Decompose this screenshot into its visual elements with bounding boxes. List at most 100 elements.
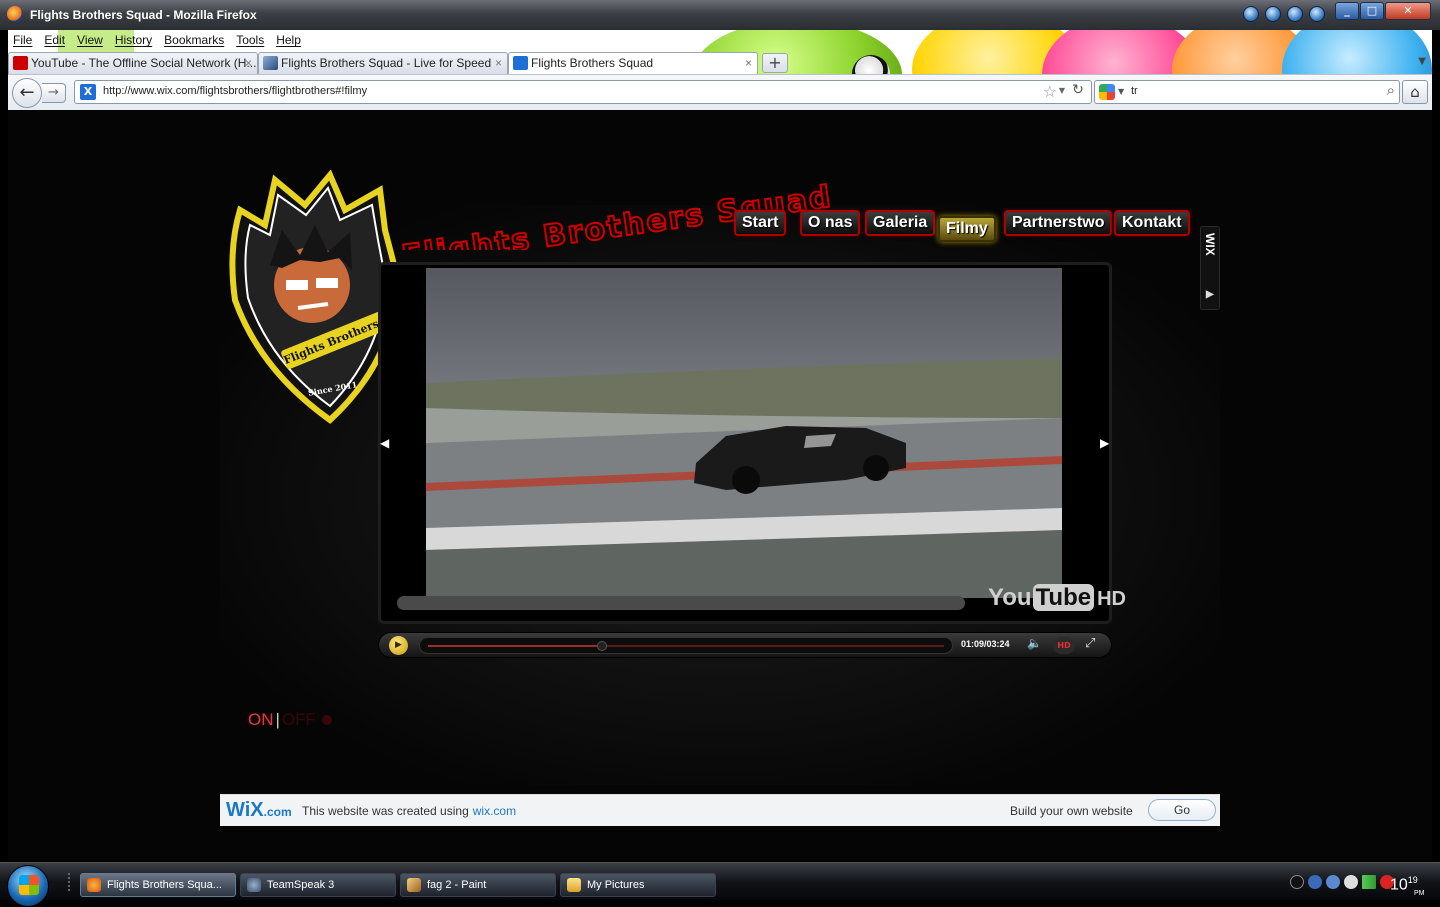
nav-o-nas[interactable]: O nas: [800, 210, 861, 236]
app-tray-icon[interactable]: [1287, 6, 1303, 22]
close-window-button[interactable]: ✕: [1385, 2, 1431, 20]
time-current: 01:09: [961, 639, 985, 649]
tray-app-icon[interactable]: [1344, 875, 1358, 889]
app-tray-icon[interactable]: [1309, 6, 1325, 22]
youtube-hd-logo[interactable]: You Tube HD: [988, 584, 1126, 612]
task-paint[interactable]: fag 2 - Paint: [400, 873, 556, 897]
site-identity-icon[interactable]: X: [80, 84, 96, 100]
wix-created-label: This website was created using: [302, 804, 469, 818]
tab-close-icon[interactable]: ×: [745, 53, 752, 73]
fullscreen-icon[interactable]: ⤢: [1085, 636, 1095, 651]
taskbar-grip[interactable]: [68, 873, 74, 891]
task-label: Flights Brothers Squa...: [107, 879, 222, 891]
search-query[interactable]: tr: [1131, 85, 1138, 97]
url-dropdown-icon[interactable]: ▼: [1059, 86, 1065, 95]
home-button[interactable]: ⌂: [1402, 80, 1428, 104]
menu-edit[interactable]: Edit: [44, 33, 65, 47]
firefox-icon: [7, 6, 23, 22]
forward-button[interactable]: →: [42, 83, 66, 103]
next-video-arrow-icon[interactable]: ▶: [1100, 436, 1109, 450]
start-button[interactable]: [7, 865, 49, 907]
expand-arrow-icon: ▶: [1206, 289, 1214, 300]
menu-bookmarks[interactable]: Bookmarks: [164, 33, 224, 47]
minimize-button[interactable]: _: [1335, 2, 1359, 20]
play-button[interactable]: ▶: [389, 636, 408, 655]
youtube-icon: [13, 56, 28, 70]
search-bar[interactable]: ▼ tr ⌕: [1094, 80, 1400, 104]
seek-handle[interactable]: [597, 641, 607, 651]
menu-file[interactable]: File: [13, 33, 32, 47]
time-display: 01:09/03:24: [961, 639, 1010, 649]
address-bar[interactable]: X http://www.wix.com/flightsbrothers/fli…: [74, 80, 1092, 104]
wix-side-tab[interactable]: WIX ▶: [1200, 226, 1220, 310]
music-off[interactable]: OFF: [282, 710, 316, 729]
nav-galeria[interactable]: Galeria: [865, 210, 936, 236]
url-text[interactable]: http://www.wix.com/flightsbrothers/fligh…: [103, 85, 367, 97]
tray-expand-icon[interactable]: [1290, 875, 1304, 889]
menu-bar: File Edit View History Bookmarks Tools H…: [8, 30, 301, 50]
music-toggle[interactable]: ON | OFF: [248, 710, 332, 730]
seek-progress: [428, 645, 602, 647]
teamspeak-icon: [247, 878, 261, 892]
tab-youtube[interactable]: YouTube - The Offline Social Network (H.…: [8, 52, 258, 74]
network-signal-icon[interactable]: [1362, 875, 1376, 889]
tray-app-icon[interactable]: [1326, 875, 1340, 889]
window-title-bar: Flights Brothers Squad - Mozilla Firefox…: [0, 0, 1440, 30]
menu-help[interactable]: Help: [276, 33, 301, 47]
volume-icon[interactable]: 🔈: [1027, 636, 1042, 650]
seek-bar[interactable]: [419, 637, 953, 654]
app-tray-icon[interactable]: [1265, 6, 1281, 22]
tab-flights-brothers[interactable]: Flights Brothers Squad ×: [508, 52, 758, 74]
wix-logo[interactable]: WiX.com: [226, 799, 292, 822]
menu-history[interactable]: History: [115, 33, 152, 47]
web-page: Flights Brothers Squad Since 2011 Flight…: [8, 110, 1432, 860]
yt-logo-you: You: [988, 584, 1032, 611]
google-icon[interactable]: [1099, 84, 1115, 100]
task-my-pictures[interactable]: My Pictures: [560, 873, 716, 897]
nav-start[interactable]: Start: [734, 210, 787, 236]
music-on[interactable]: ON: [248, 710, 274, 729]
nav-partnerstwo[interactable]: Partnerstwo: [1004, 210, 1113, 236]
search-icon[interactable]: ⌕: [1387, 81, 1395, 99]
wix-created-text: This website was created using wix.com: [302, 804, 516, 818]
tab-label: Flights Brothers Squad - Live for Speed: [281, 56, 492, 70]
wix-link[interactable]: wix.com: [473, 804, 516, 818]
task-firefox[interactable]: Flights Brothers Squa...: [80, 873, 236, 897]
clock-hour: 10: [1390, 876, 1408, 894]
wix-logo-tld: .com: [263, 805, 292, 819]
task-teamspeak[interactable]: TeamSpeak 3: [240, 873, 396, 897]
yt-logo-tube: Tube: [1032, 584, 1095, 611]
tab-label: Flights Brothers Squad: [531, 56, 654, 70]
reload-icon[interactable]: ↻: [1069, 82, 1087, 102]
tab-close-icon[interactable]: ×: [495, 53, 502, 73]
back-button[interactable]: ←: [12, 78, 42, 108]
tray-app-icon[interactable]: [1308, 875, 1322, 889]
time-total: 03:24: [986, 639, 1010, 649]
clock[interactable]: 1019 PM: [1390, 875, 1425, 897]
tab-list-chevron-icon[interactable]: ▼: [1418, 56, 1426, 67]
tab-label: YouTube - The Offline Social Network (H.…: [31, 56, 257, 70]
nav-kontakt[interactable]: Kontakt: [1114, 210, 1190, 236]
wix-footer-bar: WiX.com This website was created using wi…: [220, 794, 1220, 826]
new-tab-button[interactable]: +: [762, 53, 788, 73]
hd-toggle-button[interactable]: HD: [1053, 637, 1075, 654]
tab-live-for-speed[interactable]: Flights Brothers Squad - Live for Speed …: [258, 52, 508, 74]
nav-filmy[interactable]: Filmy: [938, 216, 996, 242]
wix-side-label: WIX: [1203, 233, 1217, 256]
menu-view[interactable]: View: [77, 33, 103, 47]
menu-tools[interactable]: Tools: [236, 33, 264, 47]
yt-logo-hd: HD: [1097, 588, 1126, 610]
app-tray-icon[interactable]: [1243, 6, 1259, 22]
toggle-separator: |: [275, 710, 280, 729]
search-engine-dropdown-icon[interactable]: ▼: [1118, 87, 1124, 96]
previous-video-arrow-icon[interactable]: ◀: [380, 436, 389, 450]
clock-minute: 19: [1407, 875, 1418, 885]
browser-chrome: File Edit View History Bookmarks Tools H…: [8, 30, 1432, 110]
firefox-icon: [87, 878, 101, 892]
maximize-button[interactable]: □: [1360, 2, 1384, 20]
windows-logo-icon: [19, 875, 39, 895]
bookmark-star-icon[interactable]: ☆: [1043, 82, 1057, 101]
tab-close-icon[interactable]: ×: [245, 53, 252, 73]
video-frame[interactable]: [426, 268, 1062, 598]
go-button[interactable]: Go: [1148, 799, 1216, 821]
